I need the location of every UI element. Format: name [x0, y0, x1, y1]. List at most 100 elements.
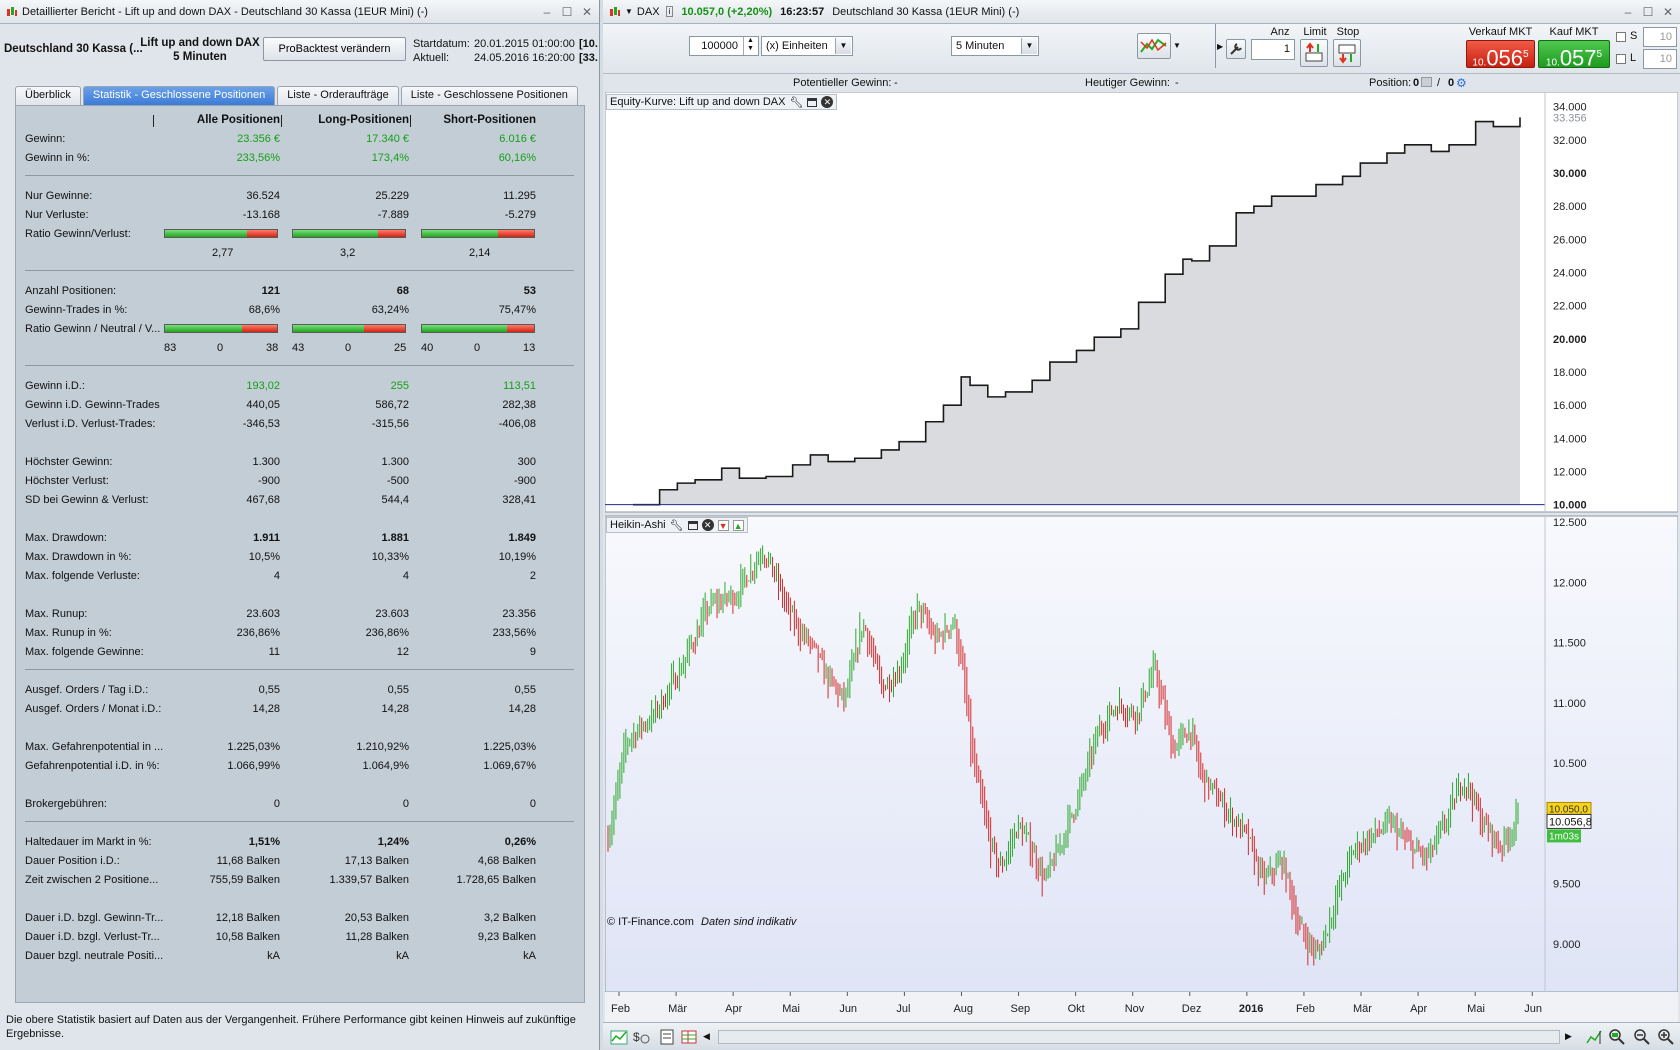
- minimize-icon[interactable]: –: [1622, 5, 1634, 19]
- close-position-icon[interactable]: [1421, 77, 1432, 87]
- stats-row: Max. folgende Verluste: 4 4 2: [16, 567, 586, 586]
- chart-area[interactable]: 34.000 32.000 30.000 28.000 26.000 24.000 22.0…: [604, 91, 1679, 1022]
- stat-value: 4,68 Balken: [477, 855, 536, 867]
- dropdown-arrow-icon[interactable]: ▼: [625, 7, 633, 16]
- tab-3[interactable]: Liste - Geschlossene Positionen: [400, 86, 578, 105]
- window-icon[interactable]: [687, 520, 698, 530]
- x-label: Mär: [668, 1003, 687, 1015]
- close-circle-icon[interactable]: ✕: [821, 96, 834, 108]
- quantity-input[interactable]: 100000 ▲ ▼: [689, 36, 759, 56]
- stats-gap: [16, 719, 586, 738]
- chart-titlebar[interactable]: ▼ DAX i 10.057,0 (+2,20%) 16:23:57 Deuts…: [603, 0, 1680, 24]
- chart-svg[interactable]: 34.00032.00030.00028.00026.00024.00022.0…: [604, 91, 1679, 1022]
- minimize-icon[interactable]: –: [541, 5, 553, 19]
- scroll-right-icon[interactable]: ▶: [1565, 1031, 1572, 1042]
- today-profit-value: -: [1175, 77, 1179, 89]
- stat-label: Verlust i.D. Verlust-Trades:: [25, 418, 156, 430]
- s-input[interactable]: 10: [1643, 27, 1677, 47]
- stat-value: 23.603: [375, 608, 409, 620]
- stats-gap: [16, 776, 586, 795]
- stat-label: Nur Gewinne:: [25, 190, 93, 202]
- gear-icon[interactable]: ⚙: [1456, 76, 1467, 90]
- maximize-icon[interactable]: ☐: [561, 5, 573, 19]
- close-circle-icon[interactable]: ✕: [701, 519, 714, 531]
- today-profit-label: Heutiger Gewinn:: [1085, 77, 1170, 89]
- stat-label: Nur Verluste:: [25, 209, 89, 221]
- stat-value: -900: [257, 475, 280, 487]
- indicator-button[interactable]: [1137, 33, 1171, 59]
- zoom-in-icon[interactable]: [1657, 1028, 1675, 1046]
- buy-order-icon[interactable]: ▲: [732, 519, 744, 531]
- info-icon[interactable]: i: [665, 6, 674, 17]
- column-header-short: Short-Positionen: [443, 114, 536, 126]
- stop-order-button[interactable]: [1333, 39, 1361, 67]
- scroll-left-icon[interactable]: ◀: [703, 1031, 710, 1042]
- collapse-arrow-icon[interactable]: ▶: [1217, 42, 1223, 51]
- unit-value: (x) Einheiten: [766, 40, 828, 52]
- tab-2[interactable]: Liste - Orderaufträge: [277, 86, 399, 105]
- ratio-bar: [292, 324, 406, 333]
- indicator-list-icon[interactable]: $: [632, 1028, 650, 1046]
- stats-row: Max. folgende Gewinne: 11 12 9: [16, 643, 586, 662]
- ratio-bar-loss: [498, 230, 534, 237]
- stats-row: Ausgef. Orders / Tag i.D.: 0,55 0,55 0,55: [16, 681, 586, 700]
- anz-input[interactable]: 1: [1251, 39, 1295, 60]
- count-value: 40: [421, 342, 434, 354]
- stat-value: 9: [529, 646, 536, 658]
- stat-value: -13.168: [242, 209, 280, 221]
- chevron-down-icon[interactable]: ▼: [1173, 41, 1181, 50]
- count-value: 13: [523, 342, 536, 354]
- report-titlebar[interactable]: Detaillierter Bericht - Lift up and down…: [0, 0, 599, 24]
- quantity-value: 100000: [701, 40, 738, 52]
- close-icon[interactable]: ✕: [581, 5, 593, 19]
- stat-value: 0,55: [514, 684, 536, 696]
- horizontal-scrollbar[interactable]: [718, 1030, 1560, 1044]
- current-date-value: 24.05.2016 16:20:00: [474, 52, 575, 64]
- s-checkbox[interactable]: [1616, 32, 1626, 42]
- window-icon[interactable]: [807, 97, 818, 107]
- l-input[interactable]: 10: [1643, 49, 1677, 69]
- limit-order-button[interactable]: [1300, 39, 1328, 67]
- stat-value: 14,28: [252, 703, 280, 715]
- tab-0[interactable]: Überblick: [15, 86, 81, 105]
- settings-button[interactable]: [1226, 39, 1246, 59]
- timeframe-select[interactable]: 5 Minuten ▼: [951, 36, 1039, 56]
- x-label: Nov: [1125, 1003, 1145, 1015]
- tab-1[interactable]: Statistik - Geschlossene Positionen: [82, 86, 276, 105]
- x-label: Mai: [782, 1003, 800, 1015]
- buy-price-sup: 5: [1596, 49, 1603, 60]
- autoscale-icon[interactable]: [1585, 1028, 1603, 1046]
- stat-value: -5.279: [504, 209, 536, 221]
- buy-market-button[interactable]: 10.0575: [1538, 40, 1610, 70]
- chevron-down-icon[interactable]: ▼: [1021, 38, 1037, 54]
- modify-backtest-button[interactable]: ProBacktest verändern: [263, 37, 406, 61]
- x-label: Feb: [611, 1003, 630, 1015]
- equity-y-label: 28.000: [1553, 201, 1587, 213]
- unit-select[interactable]: (x) Einheiten ▼: [761, 36, 853, 56]
- l-checkbox[interactable]: [1616, 54, 1626, 64]
- sell-market-button[interactable]: 10.0565: [1466, 40, 1535, 70]
- stat-value: 23.356: [502, 608, 536, 620]
- zoom-out-icon[interactable]: [1633, 1028, 1651, 1046]
- wrench-icon[interactable]: 🔧︎: [789, 96, 803, 109]
- stat-value: 17.340 €: [366, 133, 409, 145]
- zoom-fit-icon[interactable]: [1608, 1028, 1626, 1046]
- sell-price-sup: 5: [1523, 49, 1529, 60]
- table-icon[interactable]: [680, 1028, 698, 1046]
- calculator-icon[interactable]: [658, 1028, 676, 1046]
- sell-order-icon[interactable]: ▼: [717, 519, 729, 531]
- stat-value: 1.225,03%: [227, 741, 280, 753]
- bottom-toolbar: $ ◀ ▶: [603, 1022, 1680, 1050]
- wrench-icon[interactable]: 🔧︎: [670, 519, 684, 532]
- chevron-down-icon[interactable]: ▼: [835, 38, 851, 54]
- column-separator: [410, 115, 411, 127]
- stats-gap: [16, 586, 586, 605]
- stepper-icon[interactable]: ▲ ▼: [743, 37, 757, 55]
- stat-value: -900: [513, 475, 536, 487]
- stats-row: Verlust i.D. Verlust-Trades: -346,53 -315,…: [16, 415, 586, 434]
- maximize-icon[interactable]: ☐: [1642, 5, 1654, 19]
- chart-settings-icon[interactable]: [610, 1028, 628, 1046]
- close-icon[interactable]: ✕: [1662, 5, 1674, 19]
- stats-row: Nur Gewinne: 36.524 25.229 11.295: [16, 187, 586, 206]
- position-value-2: 0: [1448, 77, 1455, 89]
